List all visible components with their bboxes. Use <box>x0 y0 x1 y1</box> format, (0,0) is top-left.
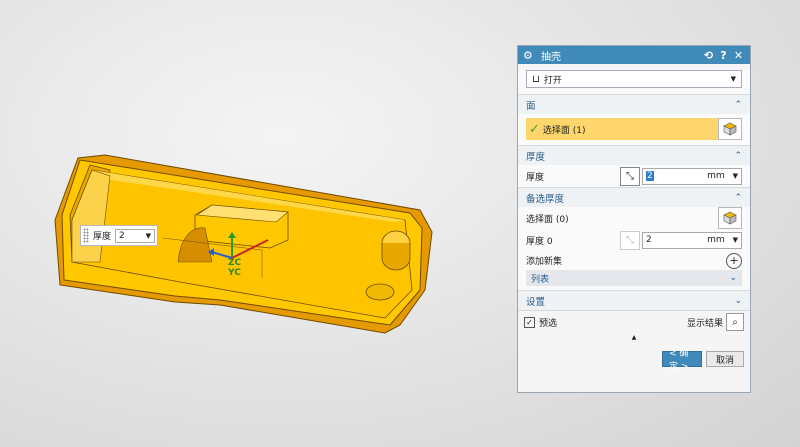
type-section: ⊔ 打开 ▼ <box>518 70 750 95</box>
select-face-row[interactable]: ✓ 选择面 (1) <box>526 118 742 140</box>
cube-face-icon <box>723 211 737 225</box>
chevron-down-icon[interactable]: ▼ <box>146 232 151 240</box>
alt-thickness-input[interactable]: 2 mm ▼ <box>642 231 742 249</box>
alt-thickness-section: 备选厚度 ⌃ 选择面 (0) 厚度 0 ⤡ 2 mm ▼ 添加新集 + 列表 ⌄ <box>518 188 750 291</box>
ok-button[interactable]: < 确定 > <box>662 349 702 372</box>
cancel-button[interactable]: 取消 <box>706 351 744 367</box>
alt-thickness-section-header[interactable]: 备选厚度 ⌃ <box>518 188 750 207</box>
yc-axis-label: YC <box>228 268 241 278</box>
chevron-down-icon[interactable]: ⌄ <box>734 296 742 306</box>
chevron-up-icon[interactable]: ⌃ <box>734 151 742 161</box>
shell-type-select[interactable]: ⊔ 打开 ▼ <box>526 70 742 88</box>
thickness-input[interactable]: 2 mm ▼ <box>642 167 742 185</box>
shell-dialog: ⚙ 抽壳 ⟲ ? ✕ ⊔ 打开 ▼ 面 ⌃ ✓ 选择面 (1) 厚度 ⌃ 厚度 … <box>517 45 751 393</box>
chevron-down-icon[interactable]: ▼ <box>733 236 738 244</box>
help-icon[interactable]: ? <box>717 49 730 62</box>
list-toggle[interactable]: 列表 ⌄ <box>526 270 742 286</box>
open-shell-icon: ⊔ <box>532 73 540 85</box>
alt-select-face-row[interactable]: 选择面 (0) <box>518 207 750 229</box>
chevron-down-icon[interactable]: ⌄ <box>729 273 737 283</box>
add-new-set-row: 添加新集 + <box>518 251 750 270</box>
measure-icon: ⤡ <box>620 230 640 250</box>
alt-thickness-value: 2 <box>646 235 652 245</box>
drag-handle-icon[interactable] <box>83 228 89 243</box>
settings-section: 设置 ⌄ <box>518 291 750 311</box>
alt-face-selector-button[interactable] <box>718 207 742 229</box>
list-label: 列表 <box>531 274 550 285</box>
alt-thickness-row: 厚度 0 ⤡ 2 mm ▼ <box>518 229 750 251</box>
gear-icon: ⚙ <box>523 48 533 62</box>
show-result-label: 显示结果 <box>686 318 723 329</box>
chevron-down-icon[interactable]: ▼ <box>731 75 736 83</box>
zc-axis-label: ZC <box>228 258 242 268</box>
shell-part-model[interactable] <box>0 0 512 447</box>
face-selector-button[interactable] <box>718 118 742 140</box>
settings-section-title: 设置 <box>526 296 546 308</box>
settings-section-header[interactable]: 设置 ⌄ <box>518 291 750 310</box>
face-section: 面 ⌃ ✓ 选择面 (1) <box>518 95 750 146</box>
shell-type-value: 打开 <box>543 75 562 86</box>
onscreen-thickness-value: 2 <box>119 230 125 241</box>
preview-checkbox[interactable]: ✓ <box>524 316 535 328</box>
dialog-title: 抽壳 <box>541 51 561 63</box>
face-section-title: 面 <box>526 100 536 112</box>
thickness-unit: mm <box>707 171 725 181</box>
checkmark-icon: ✓ <box>529 121 540 137</box>
alt-select-face-label: 选择面 (0) <box>526 214 569 225</box>
dialog-buttons: < 确定 > 取消 <box>518 343 750 372</box>
thickness-row: 厚度 ⤡ 2 mm ▼ <box>518 165 750 187</box>
add-icon[interactable]: + <box>726 252 742 269</box>
alt-thickness-section-title: 备选厚度 <box>526 193 565 205</box>
preview-label: 预选 <box>539 318 558 329</box>
thickness-section-title: 厚度 <box>526 151 546 163</box>
onscreen-thickness-label: 厚度 <box>93 232 112 242</box>
chevron-up-icon[interactable]: ⌃ <box>734 193 742 203</box>
chevron-down-icon[interactable]: ▼ <box>733 172 738 180</box>
dialog-titlebar[interactable]: ⚙ 抽壳 ⟲ ? ✕ <box>518 46 750 64</box>
thickness-section: 厚度 ⌃ 厚度 ⤡ 2 mm ▼ <box>518 146 750 188</box>
close-icon[interactable]: ✕ <box>732 49 745 62</box>
search-icon[interactable]: ⌕ <box>726 313 744 331</box>
thickness-section-header[interactable]: 厚度 ⌃ <box>518 146 750 165</box>
preview-row: ✓ 预选 显示结果 ⌕ <box>518 311 750 333</box>
thickness-onscreen-input[interactable]: 厚度 2 ▼ <box>80 225 158 246</box>
reset-icon[interactable]: ⟲ <box>702 49 715 62</box>
expand-triangle-icon[interactable]: ▲ <box>518 333 750 343</box>
onscreen-thickness-field[interactable]: 2 ▼ <box>115 228 156 243</box>
alt-thickness-unit: mm <box>707 235 725 245</box>
alt-thickness-label: 厚度 0 <box>526 236 553 247</box>
select-face-label: 选择面 (1) <box>542 125 586 136</box>
thickness-label: 厚度 <box>526 172 545 183</box>
face-section-header[interactable]: 面 ⌃ <box>518 95 750 114</box>
thickness-value: 2 <box>646 171 654 181</box>
chevron-up-icon[interactable]: ⌃ <box>734 100 742 110</box>
measure-icon[interactable]: ⤡ <box>620 166 640 186</box>
add-new-set-label: 添加新集 <box>526 257 563 267</box>
graphics-viewport[interactable]: 厚度 2 ▼ ZC YC <box>0 0 512 447</box>
cube-face-icon <box>723 122 737 136</box>
